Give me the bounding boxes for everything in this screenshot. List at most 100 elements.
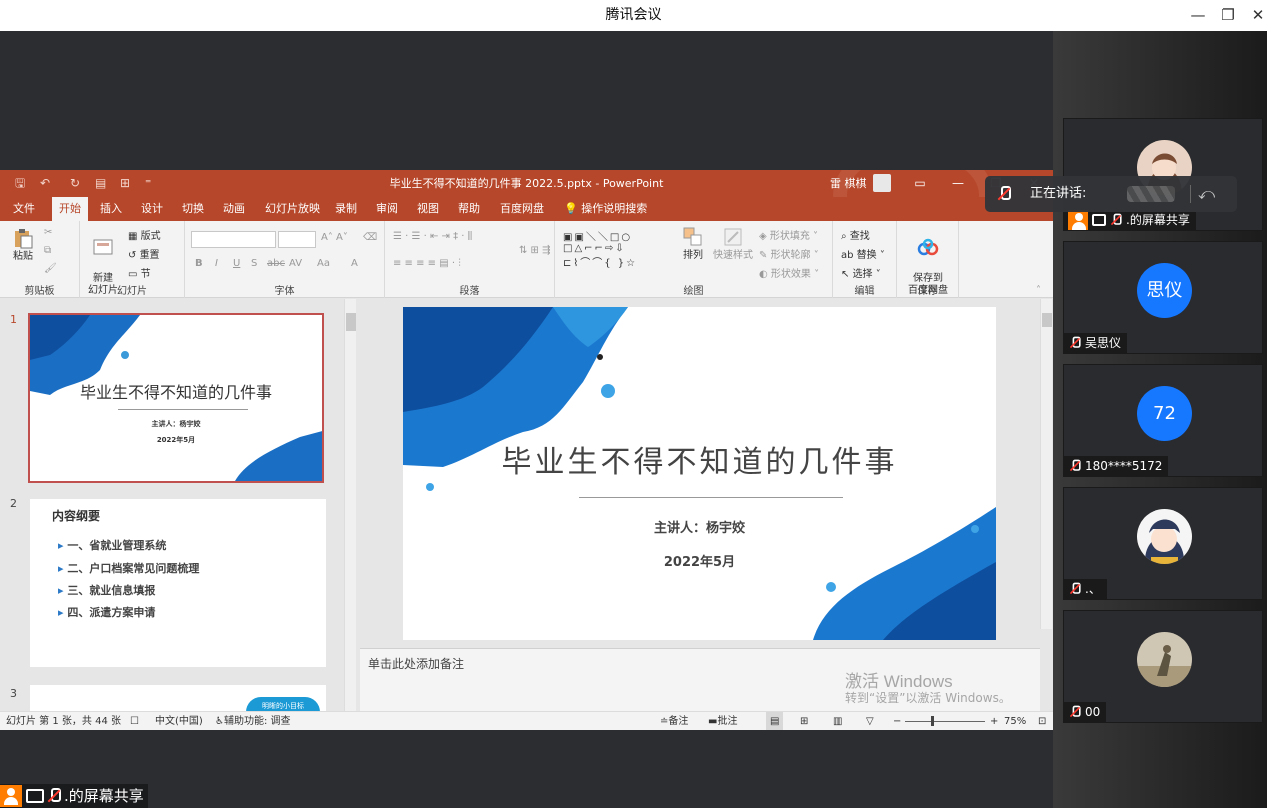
ribbon-display-icon[interactable]: ▭	[910, 170, 930, 197]
thumbnail-slide-2[interactable]: 内容纲要 ▸ 一、省就业管理系统 ▸ 二、户口档案常见问题梳理 ▸ 三、就业信息…	[30, 499, 326, 667]
paste-button[interactable]: 粘贴	[8, 227, 38, 263]
font-name-field[interactable]	[191, 231, 276, 248]
slide-scrollbar[interactable]	[1040, 299, 1052, 629]
zoom-out-button[interactable]: −	[893, 712, 901, 730]
minimize-button[interactable]: —	[1182, 0, 1214, 31]
close-button[interactable]: ✕	[1242, 0, 1267, 31]
shape-fill-button[interactable]: ◈ 形状填充 ˅	[759, 227, 818, 242]
tab-transitions[interactable]: 切换	[175, 197, 211, 221]
thumb-speaker: 主讲人：杨宇姣	[151, 420, 201, 428]
account-name[interactable]: 雷 棋棋	[830, 170, 867, 197]
reading-view-icon[interactable]: ▥	[833, 712, 842, 730]
tab-help[interactable]: 帮助	[451, 197, 487, 221]
language-indicator[interactable]: 中文(中国)	[155, 712, 203, 730]
quick-styles-button[interactable]: 快速样式	[711, 226, 755, 262]
participant-tile[interactable]: .、	[1063, 487, 1263, 600]
participant-name-tag: .的屏幕共享	[1064, 210, 1196, 230]
reply-icon[interactable]: ⤺	[1198, 176, 1215, 212]
thumb2-item: ▸ 三、就业信息填报	[58, 584, 156, 597]
participant-tile[interactable]: .的屏幕共享	[1063, 118, 1263, 231]
thumbs-scrollbar[interactable]	[344, 299, 356, 711]
baidu-cloud-icon	[917, 238, 939, 256]
notes-toggle[interactable]: ≐ 备注	[660, 712, 688, 730]
font-size-field[interactable]	[278, 231, 316, 248]
cut-icon[interactable]: ✂	[44, 227, 52, 238]
replace-button[interactable]: ab 替换 ˅	[841, 246, 885, 261]
arrange-button[interactable]: 排列	[679, 226, 707, 262]
outdoor-photo-avatar-icon	[1137, 632, 1192, 687]
shape-effects-button[interactable]: ◐ 形状效果 ˅	[759, 265, 819, 280]
slideshow-icon[interactable]: ▽	[866, 712, 874, 730]
change-case-button[interactable]: Aa	[317, 258, 330, 269]
shadow-button[interactable]: S	[251, 258, 257, 269]
italic-button[interactable]: I	[215, 258, 218, 269]
accessibility-status[interactable]: ♿ 辅助功能: 调查	[215, 712, 291, 730]
app-title: 腾讯会议	[605, 7, 662, 23]
char-spacing-button[interactable]: AV	[289, 258, 302, 269]
clipboard-label: 剪贴板	[24, 286, 55, 297]
tab-home[interactable]: 开始	[52, 197, 88, 221]
spellcheck-icon[interactable]: ☐	[130, 712, 139, 730]
select-button[interactable]: ↖ 选择 ˅	[841, 265, 881, 280]
find-button[interactable]: ⌕ 查找	[841, 227, 870, 242]
muted-mic-icon	[1069, 336, 1081, 350]
copy-icon[interactable]: ⧉	[44, 245, 51, 256]
comments-toggle[interactable]: ▬ 批注	[708, 712, 737, 730]
thumb-number: 2	[10, 497, 17, 510]
tell-me-search[interactable]: 💡 操作说明搜索	[564, 197, 647, 221]
section-button[interactable]: ▭ 节	[128, 265, 151, 280]
tab-design[interactable]: 设计	[134, 197, 170, 221]
reset-button[interactable]: ↺ 重置	[128, 246, 160, 261]
screen-share-label: .的屏幕共享	[0, 784, 148, 808]
font-color-button[interactable]: A	[351, 258, 358, 269]
tab-baidu[interactable]: 百度网盘	[493, 197, 551, 221]
thumb2-item: ▸ 二、户口档案常见问题梳理	[58, 562, 200, 575]
participant-tile[interactable]: 思仪 吴思仪	[1063, 241, 1263, 354]
muted-mic-icon	[1069, 459, 1081, 473]
fit-to-window-icon[interactable]: ⊡	[1038, 712, 1046, 730]
muted-mic-icon	[997, 186, 1011, 202]
clear-format-icon[interactable]: ⌫	[363, 232, 377, 243]
text-direction-icon[interactable]: ⇅ ⊞ ⇶	[519, 245, 551, 256]
group-drawing: ▣▣＼＼□○ □△⌐⌐⇨⇩ ⊏⌇⌒⌒{ }☆ 排列 快速样式 ◈ 形状填充 ˅ ✎ …	[555, 221, 833, 298]
ppt-minimize-button[interactable]: —	[948, 170, 968, 197]
thumbs-scrollbar-thumb[interactable]	[346, 313, 356, 331]
ppt-title-bar: 🖫 ↶ ↻ ▤ ⊞ ⁼ 毕业生不得不知道的几件事 2022.5.pptx - P…	[0, 170, 1053, 250]
tab-view[interactable]: 视图	[410, 197, 446, 221]
slide-scrollbar-thumb[interactable]	[1042, 313, 1052, 327]
underline-button[interactable]: U	[233, 258, 240, 269]
strikethrough-button[interactable]: abc	[267, 258, 285, 269]
font-label: 字体	[274, 286, 295, 297]
slide-sorter-icon[interactable]: ⊞	[800, 712, 808, 730]
bullets-icon[interactable]: ☰ · ☰ · ⇤ ⇥ ‡ · ⫼	[393, 231, 472, 242]
tab-animations[interactable]: 动画	[216, 197, 252, 221]
tab-record[interactable]: 录制	[328, 197, 364, 221]
app-title-bar: 腾讯会议 — ❐ ✕	[0, 0, 1267, 31]
paste-icon	[15, 229, 33, 249]
participant-tile[interactable]: 72 180****5172	[1063, 364, 1263, 477]
bold-button[interactable]: B	[195, 258, 203, 269]
account-avatar[interactable]	[873, 174, 891, 192]
layout-button[interactable]: ▦ 版式	[128, 227, 161, 242]
align-icons[interactable]: ≡ ≡ ≡ ≡ ▤ · ⫶	[393, 258, 461, 269]
thumb-divider	[118, 409, 248, 410]
grow-font-icon[interactable]: A˄ A˅	[321, 232, 348, 243]
shapes-gallery[interactable]: ▣▣＼＼□○ □△⌐⌐⇨⇩ ⊏⌇⌒⌒{ }☆	[563, 228, 637, 269]
format-painter-icon[interactable]: 🖌	[44, 263, 57, 274]
shape-outline-button[interactable]: ✎ 形状轮廓 ˅	[759, 246, 819, 261]
zoom-level[interactable]: 75%	[1004, 712, 1026, 730]
zoom-slider-knob[interactable]	[931, 716, 934, 726]
collapse-ribbon-icon[interactable]: ˄	[1036, 285, 1041, 296]
main-slide[interactable]: 毕业生不得不知道的几件事 主讲人：杨宇姣 2022年5月	[403, 307, 996, 640]
zoom-slider[interactable]	[905, 721, 985, 722]
tab-file[interactable]: 文件	[6, 197, 42, 221]
normal-view-icon[interactable]: ▤	[766, 712, 784, 730]
thumbnail-slide-1[interactable]: 毕业生不得不知道的几件事 主讲人：杨宇姣 2022年5月	[28, 313, 324, 483]
participant-tile[interactable]: 00	[1063, 610, 1263, 723]
restore-button[interactable]: ❐	[1212, 0, 1244, 31]
zoom-in-button[interactable]: +	[990, 712, 998, 730]
tab-review[interactable]: 审阅	[369, 197, 405, 221]
tab-slideshow[interactable]: 幻灯片放映	[258, 197, 327, 221]
thumb-title: 毕业生不得不知道的几件事	[79, 383, 272, 402]
tab-insert[interactable]: 插入	[93, 197, 129, 221]
